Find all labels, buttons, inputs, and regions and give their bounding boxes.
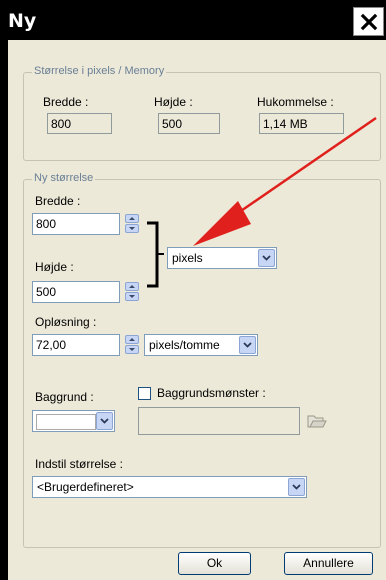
memory-height-value: 500 — [158, 113, 220, 134]
background-color-dropdown-button[interactable] — [96, 412, 113, 430]
resolution-unit-dropdown-button[interactable] — [239, 336, 256, 354]
background-label: Baggrund : — [35, 390, 94, 404]
cancel-button[interactable]: Annullere — [284, 552, 373, 575]
chevron-down-icon — [262, 255, 271, 261]
unit-dropdown-button[interactable] — [258, 249, 275, 267]
memory-group: Størrelse i pixels / Memory Bredde : 800… — [23, 65, 381, 161]
memory-height-label: Højde : — [154, 95, 193, 109]
link-bracket-icon — [147, 221, 164, 288]
background-color-select[interactable] — [32, 410, 115, 432]
close-button[interactable] — [353, 7, 384, 36]
chevron-down-icon — [243, 342, 252, 348]
background-pattern-field — [138, 407, 300, 435]
window-title: Ny — [8, 10, 37, 32]
height-input[interactable]: 500 — [32, 281, 120, 303]
resolution-input[interactable]: 72,00 — [32, 334, 120, 356]
background-pattern-label: Baggrundsmønster : — [157, 386, 266, 400]
memory-width-value: 800 — [47, 113, 112, 134]
close-icon — [360, 13, 377, 30]
height-spinner[interactable] — [125, 282, 139, 302]
new-height-label: Højde : — [35, 260, 74, 274]
width-input[interactable]: 800 — [32, 213, 120, 235]
new-size-group: Ny størrelse Bredde : 800 Højde : 500 pi… — [23, 172, 381, 548]
spinner-arrows-icon — [129, 285, 135, 298]
preset-size-select[interactable]: <Brugerdefineret> — [32, 476, 307, 498]
chevron-down-icon — [292, 484, 301, 490]
resolution-unit-value: pixels/tomme — [149, 338, 220, 352]
background-pattern-checkbox[interactable] — [138, 387, 151, 400]
memory-size-label: Hukommelse : — [257, 95, 334, 109]
memory-size-value: 1,14 MB — [259, 113, 344, 134]
width-spinner[interactable] — [125, 214, 139, 234]
spinner-arrows-icon — [129, 217, 135, 230]
resolution-label: Opløsning : — [35, 315, 97, 329]
chevron-down-icon — [100, 418, 109, 424]
unit-select-value: pixels — [172, 251, 203, 265]
resolution-spinner[interactable] — [125, 335, 139, 355]
memory-width-label: Bredde : — [43, 95, 89, 109]
resolution-unit-select[interactable]: pixels/tomme — [144, 334, 258, 356]
preset-size-label: Indstil størrelse : — [35, 457, 124, 471]
title-bar: Ny — [0, 0, 386, 40]
unit-select[interactable]: pixels — [167, 247, 277, 269]
new-width-label: Bredde : — [35, 194, 81, 208]
new-size-group-legend: Ny størrelse — [32, 172, 96, 184]
background-color-swatch — [36, 414, 96, 430]
preset-size-dropdown-button[interactable] — [288, 478, 305, 496]
memory-group-legend: Størrelse i pixels / Memory — [32, 65, 167, 77]
spinner-arrows-icon — [129, 338, 135, 351]
dialog-body: Størrelse i pixels / Memory Bredde : 800… — [8, 40, 386, 580]
preset-size-value: <Brugerdefineret> — [37, 480, 134, 494]
open-folder-icon[interactable] — [307, 413, 327, 429]
ok-button[interactable]: Ok — [178, 552, 251, 575]
